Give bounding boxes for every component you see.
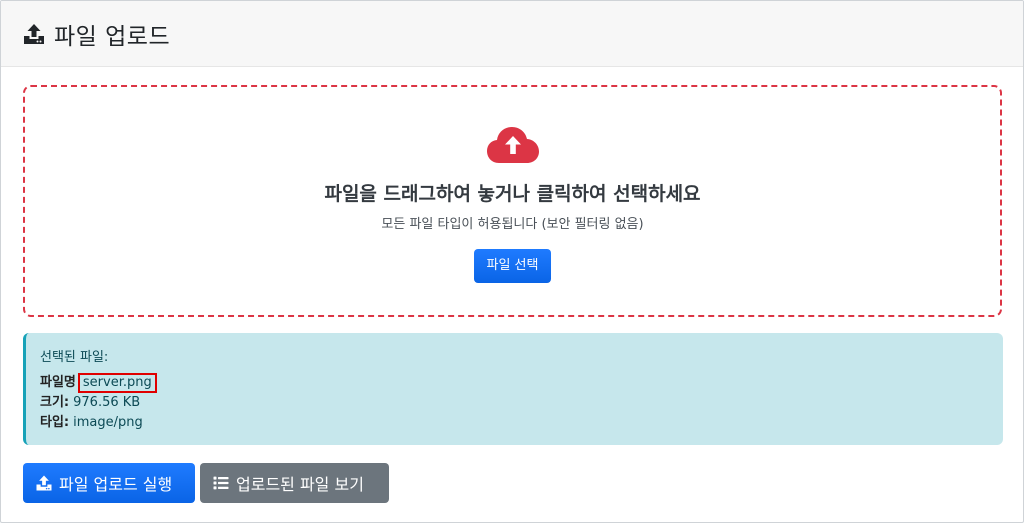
dropzone-sub-text: 모든 파일 타입이 허용됩니다 (보안 필터링 없음) [381, 217, 644, 232]
file-size-label: 크기: [40, 395, 70, 410]
file-type-row: 타입: image/png [40, 413, 1003, 433]
view-uploaded-files-label: 업로드된 파일 보기 [236, 475, 364, 494]
selected-file-info: 선택된 파일: 파일명 server.png 크기: 976.56 KB 타입:… [23, 333, 1003, 445]
view-uploaded-files-button[interactable]: 업로드된 파일 보기 [200, 463, 389, 503]
list-icon [212, 474, 230, 492]
dropzone-main-text: 파일을 드래그하여 놓거나 클릭하여 선택하세요 [324, 183, 701, 205]
upload-page: 파일 업로드 파일을 드래그하여 놓거나 클릭하여 선택하세요 모든 파일 타입… [0, 0, 1024, 523]
file-dropzone[interactable]: 파일을 드래그하여 놓거나 클릭하여 선택하세요 모든 파일 타입이 허용됩니다… [23, 85, 1002, 317]
select-file-button[interactable]: 파일 선택 [473, 249, 552, 283]
cloud-upload-icon [485, 125, 541, 165]
file-name-label: 파일명 [40, 375, 76, 390]
selected-file-heading: 선택된 파일: [40, 350, 109, 365]
upload-icon [35, 474, 53, 492]
file-name-value: server.png [77, 373, 157, 393]
file-size-value: 976.56 KB [73, 395, 141, 410]
page-header: 파일 업로드 [1, 1, 1023, 67]
upload-icon [22, 22, 46, 46]
upload-submit-button[interactable]: 파일 업로드 실행 [23, 463, 195, 503]
file-size-row: 크기: 976.56 KB [40, 393, 1003, 413]
page-title: 파일 업로드 [54, 23, 171, 50]
file-type-value: image/png [73, 415, 143, 430]
upload-submit-label: 파일 업로드 실행 [59, 475, 173, 494]
file-type-label: 타입: [40, 415, 70, 430]
file-name-row: 파일명 server.png [40, 373, 1003, 393]
